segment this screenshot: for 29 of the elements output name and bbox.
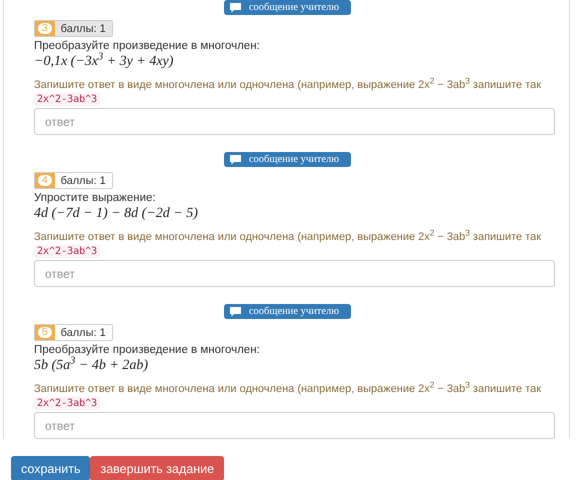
answer-field[interactable]: ответ (34, 108, 555, 135)
example-code: 2x^2-3ab^3 (34, 397, 100, 410)
chat-icon (230, 2, 241, 12)
message-teacher-button[interactable]: сообщение учителю (224, 0, 352, 15)
chat-icon (230, 154, 241, 164)
chat-icon (230, 306, 241, 316)
answer-hint: Запишите ответ в виде многочлена или одночлена (например, выражение 2x$^{2}$ − 3ab$^{3}$ запишите так (34, 78, 542, 93)
task-prompt: Преобразуйте произведение в многочлен: (34, 343, 261, 356)
task-prompt: Преобразуйте произведение в многочлен: (34, 39, 261, 52)
task-number: 4 (38, 175, 52, 186)
save-button[interactable]: сохранить (11, 456, 90, 480)
math-expression: −0,1x (−3x$^{3}$ + 3y + 4xy) (34, 53, 174, 71)
points-label: баллы: 1 (60, 326, 107, 340)
answer-hint: Запишите ответ в виде многочлена или одночлена (например, выражение 2x$^{2}$ − 3ab$^{3}$ запишите так (34, 230, 542, 245)
points-label: баллы: 1 (60, 174, 107, 188)
math-expression: 5b (5a$^{3}$ − 4b + 2ab) (34, 357, 148, 375)
message-teacher-button[interactable]: сообщение учителю (224, 304, 352, 319)
message-teacher-button[interactable]: сообщение учителю (224, 152, 352, 167)
example-code: 2x^2-3ab^3 (34, 245, 100, 258)
answer-hint: Запишите ответ в виде многочлена или одночлена (например, выражение 2x$^{2}$ − 3ab$^{3}$ запишите так (34, 382, 542, 397)
task-number: 5 (38, 327, 52, 338)
task-number: 3 (38, 23, 52, 34)
finish-button[interactable]: завершить задание (90, 456, 224, 480)
answer-field[interactable]: ответ (34, 260, 555, 287)
math-expression: 4d (−7d − 1) − 8d (−2d − 5) (34, 205, 199, 223)
example-code: 2x^2-3ab^3 (34, 93, 100, 106)
points-label: баллы: 1 (54, 21, 112, 36)
answer-field[interactable]: ответ (34, 412, 555, 439)
task-prompt: Упростите выражение: (34, 191, 157, 205)
